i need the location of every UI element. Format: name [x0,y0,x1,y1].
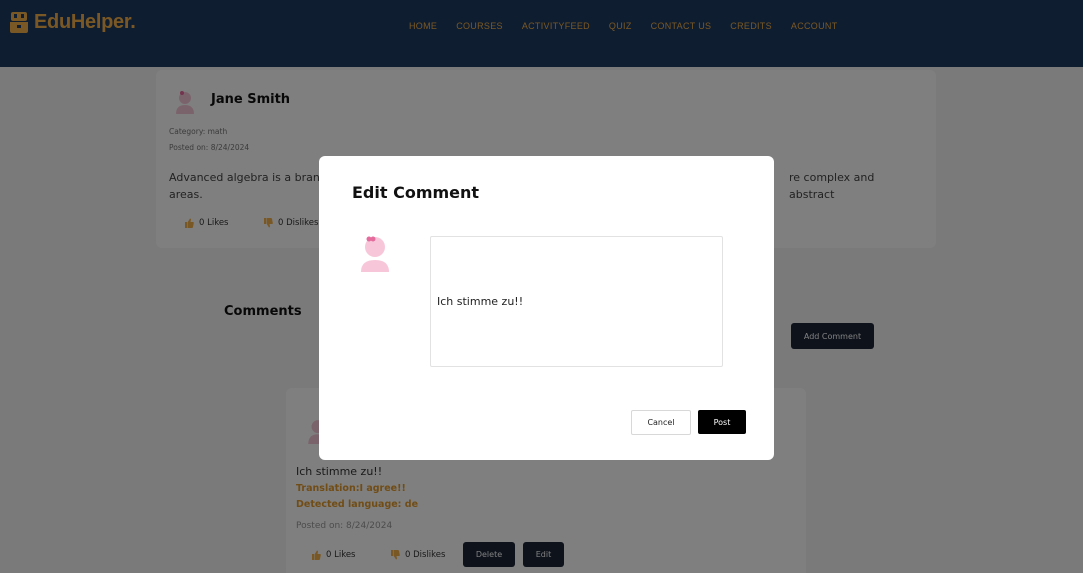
cancel-button[interactable]: Cancel [631,410,691,435]
post-button[interactable]: Post [698,410,746,434]
user-avatar-icon [361,236,389,272]
modal-title: Edit Comment [352,183,480,202]
comment-edit-textarea[interactable] [430,236,723,367]
edit-comment-modal: Edit Comment Cancel Post [319,156,774,460]
